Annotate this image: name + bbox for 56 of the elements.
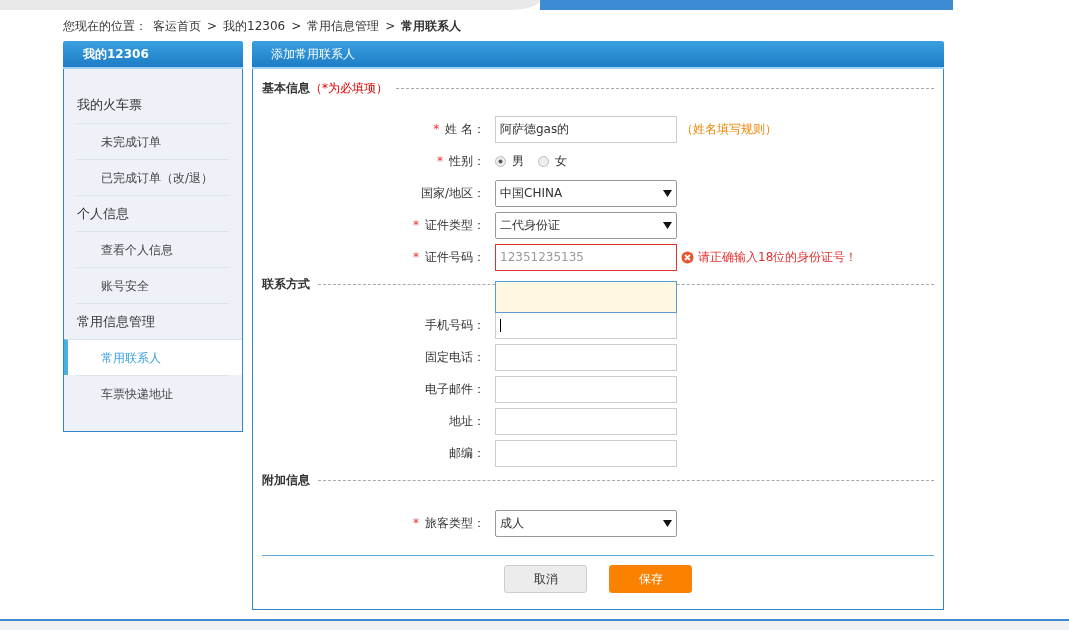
required-mark: * bbox=[437, 154, 443, 168]
dropdown[interactable]: 二代身份证 bbox=[495, 211, 677, 239]
input-field[interactable] bbox=[495, 439, 677, 467]
radio-label: 男 bbox=[512, 153, 524, 170]
required-note: （*为必填项） bbox=[310, 80, 388, 97]
field-label: 证件号码： bbox=[425, 250, 485, 264]
section-title: 联系方式 bbox=[262, 276, 310, 293]
dropdown-arrow-icon bbox=[663, 189, 672, 197]
field-label: 固定电话： bbox=[425, 350, 485, 364]
input-field[interactable] bbox=[495, 375, 677, 403]
field-label: 邮编： bbox=[449, 446, 485, 460]
required-mark: * bbox=[413, 516, 419, 530]
dropdown-arrow-icon bbox=[663, 519, 672, 527]
radio-label: 女 bbox=[555, 153, 567, 170]
sidebar-item[interactable]: 账号安全 bbox=[77, 267, 229, 303]
cancel-button[interactable]: 取消 bbox=[504, 565, 587, 593]
required-mark: * bbox=[413, 250, 419, 264]
input-field[interactable]: 阿萨德gas的 bbox=[495, 115, 677, 143]
field-label: 旅客类型： bbox=[425, 516, 485, 530]
dropdown-arrow-icon bbox=[663, 221, 672, 229]
breadcrumb-separator: > bbox=[291, 17, 302, 35]
field-label: 手机号码： bbox=[425, 318, 485, 332]
sidebar-item[interactable]: 车票快递地址 bbox=[77, 375, 229, 411]
field-label: 国家/地区： bbox=[420, 186, 485, 200]
input-field[interactable] bbox=[495, 311, 677, 339]
radio-button[interactable] bbox=[495, 155, 506, 167]
breadcrumb-link[interactable]: 客运首页 bbox=[153, 16, 201, 35]
required-mark: * bbox=[433, 122, 440, 136]
sidebar-item[interactable]: 查看个人信息 bbox=[77, 231, 229, 267]
breadcrumb-link[interactable]: 我的12306 bbox=[223, 16, 286, 35]
sidebar-group-title: 我的火车票 bbox=[77, 96, 143, 115]
breadcrumb-separator: > bbox=[207, 17, 218, 35]
panel-title: 添加常用联系人 bbox=[252, 41, 944, 69]
dropdown[interactable]: 中国CHINA bbox=[495, 179, 677, 207]
breadcrumb-link[interactable]: 常用信息管理 bbox=[307, 16, 380, 35]
required-mark: * bbox=[413, 218, 419, 232]
sidebar-item[interactable]: 未完成订单 bbox=[77, 123, 229, 159]
error-message: 请正确输入18位的身份证号！ bbox=[698, 249, 858, 266]
panel-title: 我的12306 bbox=[63, 41, 243, 69]
radio-button[interactable] bbox=[538, 155, 549, 167]
field-label: 地址： bbox=[449, 414, 485, 428]
field-label: 电子邮件： bbox=[425, 382, 485, 396]
sidebar-group-title: 个人信息 bbox=[77, 195, 229, 231]
sidebar-item[interactable]: 已完成订单（改/退） bbox=[77, 159, 229, 195]
field-label: 姓 名： bbox=[445, 122, 485, 136]
dropdown[interactable]: 成人 bbox=[495, 509, 677, 537]
section-title: 附加信息 bbox=[262, 472, 310, 489]
field-label: 性别： bbox=[449, 154, 485, 168]
breadcrumb-label: 您现在的位置： bbox=[63, 17, 147, 35]
input-field[interactable] bbox=[495, 343, 677, 371]
section-title: 基本信息 bbox=[262, 80, 310, 97]
breadcrumb-separator: > bbox=[385, 17, 396, 35]
error-icon bbox=[681, 250, 694, 264]
text-cursor bbox=[500, 318, 501, 332]
input-field[interactable] bbox=[495, 407, 677, 435]
field-label: 证件类型： bbox=[425, 218, 485, 232]
